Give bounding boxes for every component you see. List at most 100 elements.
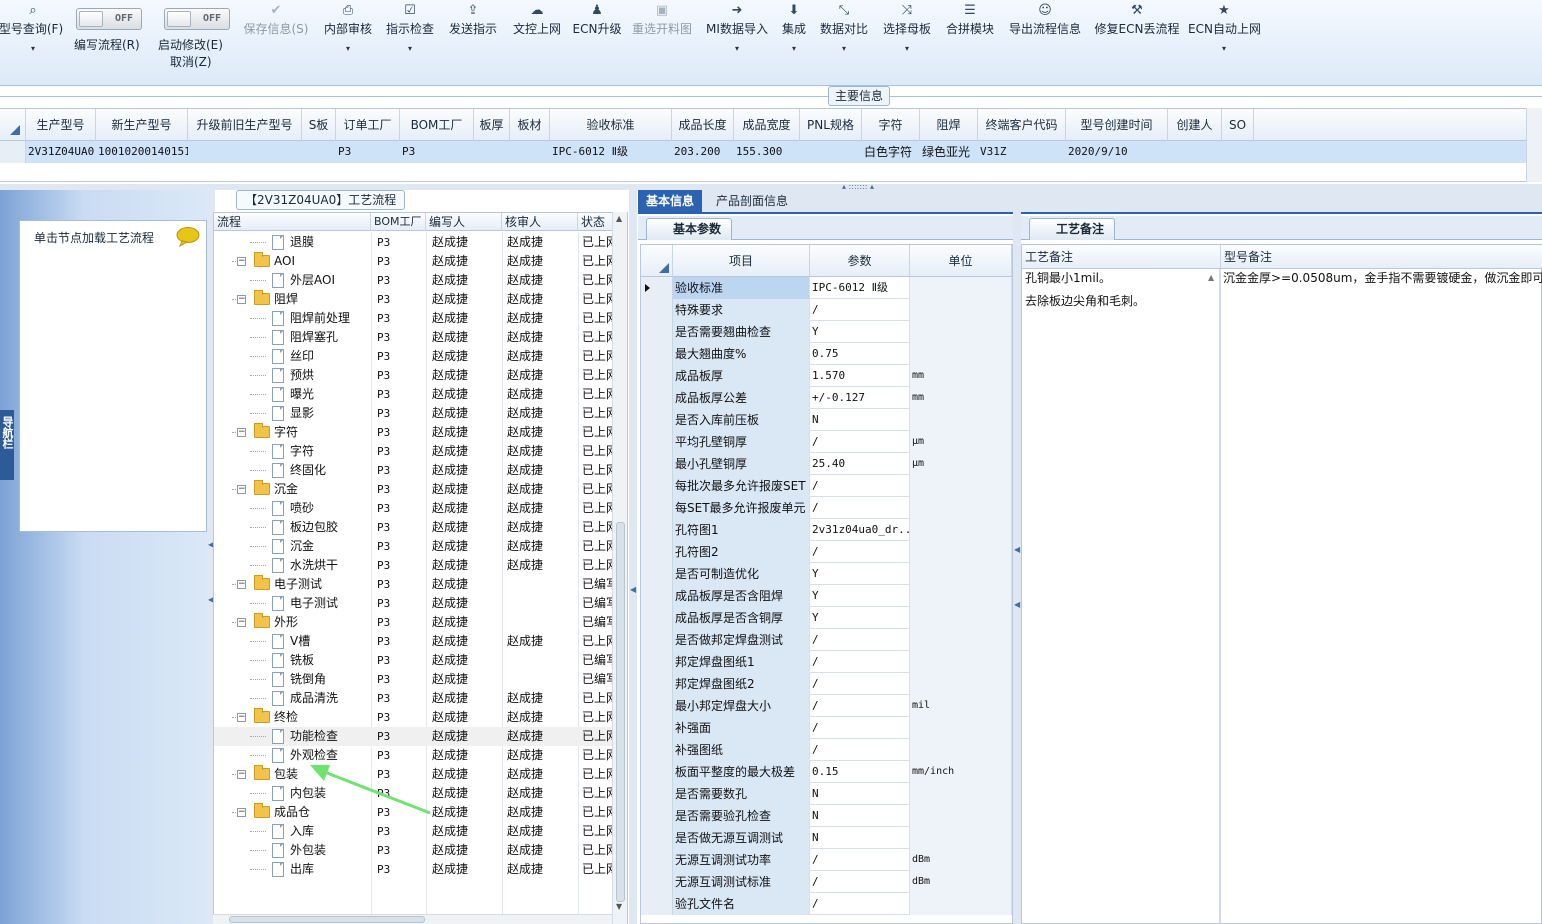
row-selector[interactable] [641, 497, 673, 519]
repair-ecn-process-button[interactable]: ⚒ 修复ECN丢流程 [1094, 2, 1180, 38]
row-selector[interactable] [641, 563, 673, 585]
row-selector[interactable] [641, 827, 673, 849]
row-selector[interactable] [641, 739, 673, 761]
row-selector[interactable] [641, 409, 673, 431]
param-row[interactable]: 最大翘曲度% 0.75 [641, 343, 1012, 365]
tree-row[interactable]: 出库 P3 赵成捷 赵成捷 已上网 [214, 860, 614, 879]
param-row[interactable]: 特殊要求 / [641, 299, 1012, 321]
param-value[interactable]: / [810, 475, 910, 497]
param-row[interactable]: 成品板厚是否含铜厚 Y [641, 607, 1012, 629]
row-selector[interactable] [641, 431, 673, 453]
tree-row[interactable]: 铣板 P3 赵成捷 已编写 [214, 651, 614, 670]
param-row[interactable]: 验孔文件名 / [641, 893, 1012, 915]
tree-row[interactable]: 丝印 P3 赵成捷 赵成捷 已上网 [214, 347, 614, 366]
param-value[interactable]: 2v31z04ua0_dr... [810, 519, 910, 541]
collapse-icon[interactable]: − [237, 713, 246, 722]
param-row[interactable]: 无源互调测试功率 / dBm [641, 849, 1012, 871]
row-selector[interactable] [641, 387, 673, 409]
param-value[interactable]: / [810, 651, 910, 673]
tree-row[interactable]: 退膜 P3 赵成捷 赵成捷 已上网 [214, 233, 614, 252]
column-header[interactable]: 成品长度 [672, 109, 734, 141]
scroll-thumb[interactable] [229, 916, 425, 923]
row-selector[interactable] [641, 629, 673, 651]
param-row[interactable]: 是否入库前压板 N [641, 409, 1012, 431]
process-note-line[interactable]: 孔铜最小1mil。 [1025, 267, 1111, 290]
tree-row[interactable]: − 外形 P3 赵成捷 已编写 [214, 613, 614, 632]
collapse-icon[interactable]: − [237, 808, 246, 817]
column-header[interactable]: 板厚 [474, 109, 510, 141]
tree-row[interactable]: 字符 P3 赵成捷 赵成捷 已上网 [214, 442, 614, 461]
query-model-button[interactable]: ⌕ 型号查询(F) ▾ [0, 2, 66, 60]
mi-data-import-button[interactable]: ➜ MI数据导入 ▾ [704, 2, 770, 60]
param-value[interactable]: / [810, 673, 910, 695]
chevron-down-icon[interactable]: ▾ [384, 38, 436, 60]
param-row[interactable]: 验收标准 IPC-6012 Ⅱ级 [641, 277, 1012, 299]
param-value[interactable]: N [810, 805, 910, 827]
reselect-cutting-map-button[interactable]: ▣ 重选开料图 [630, 2, 694, 38]
param-row[interactable]: 每SET最多允许报废单元 / [641, 497, 1012, 519]
param-row[interactable]: 邦定焊盘图纸1/ [641, 651, 1012, 673]
start-modify-toggle[interactable]: OFF [164, 8, 230, 30]
column-header[interactable]: 编写人 [426, 213, 502, 231]
column-header[interactable]: 升级前旧生产型号 [188, 109, 302, 141]
column-header[interactable]: 状态 [578, 213, 614, 231]
scroll-up-icon[interactable]: ▲ [1208, 273, 1214, 282]
param-value[interactable]: Y [810, 607, 910, 629]
tree-row[interactable]: 预烘 P3 赵成捷 赵成捷 已上网 [214, 366, 614, 385]
param-row[interactable]: 成品板厚公差 +/-0.127 mm [641, 387, 1012, 409]
param-value[interactable]: / [810, 497, 910, 519]
param-value[interactable]: 0.75 [810, 343, 910, 365]
tab-basic-params[interactable]: 基本参数 [646, 218, 733, 240]
tree-row[interactable]: 沉金 P3 赵成捷 赵成捷 已上网 [214, 537, 614, 556]
row-selector[interactable] [641, 651, 673, 673]
param-value[interactable]: N [810, 409, 910, 431]
param-value[interactable]: / [810, 431, 910, 453]
param-value[interactable]: Y [810, 321, 910, 343]
tab-process-notes[interactable]: 工艺备注 [1029, 218, 1116, 240]
tree-row[interactable]: − AOI P3 赵成捷 赵成捷 已上网 [214, 252, 614, 271]
chevron-left-icon[interactable]: ◀ [630, 585, 636, 594]
tree-row[interactable]: 阻焊前处理 P3 赵成捷 赵成捷 已上网 [214, 309, 614, 328]
column-header[interactable]: SO [1222, 109, 1254, 141]
internal-audit-button[interactable]: ⎙ 内部审核 ▾ [322, 2, 374, 60]
column-header[interactable]: 终端客户代码 [978, 109, 1066, 141]
column-header[interactable]: 流程 [214, 213, 371, 231]
param-row[interactable]: 是否需要验孔检查 N [641, 805, 1012, 827]
chevron-down-icon[interactable]: ▾ [0, 38, 66, 60]
param-row[interactable]: 最小孔壁铜厚 25.40 μm [641, 453, 1012, 475]
param-row[interactable]: 是否做邦定焊盘测试 / [641, 629, 1012, 651]
tree-row[interactable]: 终固化 P3 赵成捷 赵成捷 已上网 [214, 461, 614, 480]
tab-basic-info[interactable]: 基本信息 [638, 190, 703, 214]
chevron-left-icon[interactable]: ◀ [1014, 545, 1020, 554]
param-value[interactable]: / [810, 299, 910, 321]
process-note-line[interactable]: 去除板边尖角和毛刺。 [1025, 290, 1145, 313]
param-value[interactable]: Y [810, 585, 910, 607]
tree-vertical-scrollbar[interactable]: ▲ ▼ [612, 212, 627, 924]
data-compare-button[interactable]: ⤡ 数据对比 ▾ [818, 2, 870, 60]
tree-row[interactable]: − 电子测试 P3 赵成捷 已编写 [214, 575, 614, 594]
chevron-down-icon[interactable]: ▾ [322, 38, 374, 60]
chevron-down-icon[interactable]: ▾ [1188, 38, 1260, 60]
param-value[interactable]: Y [810, 563, 910, 585]
param-value[interactable]: / [810, 739, 910, 761]
param-value[interactable]: 0.15 [810, 761, 910, 783]
row-selector[interactable] [641, 871, 673, 893]
middle-splitter[interactable]: ◀ [629, 190, 637, 924]
param-value[interactable]: N [810, 827, 910, 849]
collapse-icon[interactable]: − [237, 580, 246, 589]
param-row[interactable]: 每批次最多允许报废SET / [641, 475, 1012, 497]
tree-horizontal-scrollbar[interactable] [213, 914, 612, 924]
row-selector[interactable] [641, 585, 673, 607]
tree-row[interactable]: − 字符 P3 赵成捷 赵成捷 已上网 [214, 423, 614, 442]
row-selector[interactable] [0, 141, 26, 163]
column-header[interactable]: 新生产型号 [96, 109, 188, 141]
param-row[interactable]: 平均孔壁铜厚 / μm [641, 431, 1012, 453]
param-row[interactable]: 孔符图2/ [641, 541, 1012, 563]
column-header[interactable]: 板材 [510, 109, 550, 141]
column-header[interactable]: 单位 [910, 245, 1012, 277]
column-header[interactable]: 验收标准 [550, 109, 672, 141]
param-row[interactable]: 板面平整度的最大极差 0.15 mm/inch [641, 761, 1012, 783]
column-header[interactable]: 成品宽度 [734, 109, 800, 141]
send-instruction-button[interactable]: ⇪ 发送指示 [446, 2, 500, 38]
doc-control-online-button[interactable]: ☁ 文控上网 [510, 2, 564, 38]
